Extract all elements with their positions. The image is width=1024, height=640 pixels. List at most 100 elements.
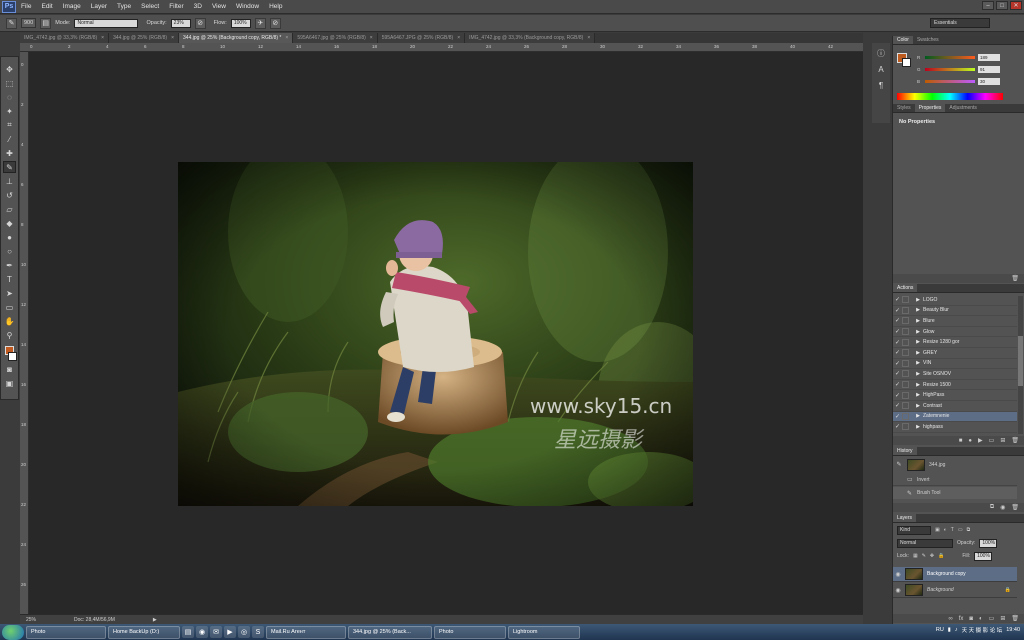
- tray-network-icon[interactable]: ▮: [948, 627, 951, 633]
- action-dialog-toggle[interactable]: [902, 296, 909, 304]
- action-dialog-toggle[interactable]: [902, 402, 909, 410]
- menu-help[interactable]: Help: [264, 3, 287, 10]
- action-toggle-check-icon[interactable]: ✓: [893, 307, 902, 314]
- background-color-swatch[interactable]: [8, 352, 17, 361]
- media-icon[interactable]: ▶: [224, 626, 236, 638]
- tab-close-icon[interactable]: ×: [171, 35, 174, 41]
- tab-close-icon[interactable]: ×: [587, 35, 590, 41]
- action-toggle-check-icon[interactable]: ✓: [893, 339, 902, 346]
- action-expand-arrow-icon[interactable]: ▶: [913, 360, 923, 366]
- zoom-tool-icon[interactable]: ⚲: [3, 329, 16, 341]
- menu-filter[interactable]: Filter: [164, 3, 188, 10]
- action-dialog-toggle[interactable]: [902, 359, 909, 367]
- action-item[interactable]: ✓ ▶ Zatemnenie: [893, 411, 1017, 423]
- history-step-invert[interactable]: ▭ Invert: [893, 474, 1017, 486]
- action-dialog-toggle[interactable]: [902, 317, 909, 325]
- zoom-level[interactable]: 25%: [26, 617, 36, 623]
- action-toggle-check-icon[interactable]: ✓: [893, 328, 902, 335]
- tab-close-icon[interactable]: ×: [101, 35, 104, 41]
- screen-mode-icon[interactable]: ▣: [3, 377, 16, 389]
- action-item[interactable]: ✓ ▶ Site OSNOV: [893, 369, 1017, 380]
- history-brush-tool-icon[interactable]: ↺: [3, 189, 16, 201]
- filter-pixel-icon[interactable]: ▣: [935, 527, 940, 533]
- menu-image[interactable]: Image: [58, 3, 86, 10]
- lock-transparent-icon[interactable]: ▦: [913, 553, 918, 559]
- quick-select-tool-icon[interactable]: ✦: [3, 105, 16, 117]
- layer-row-background-copy[interactable]: ◉ Background copy: [893, 567, 1017, 582]
- eraser-tool-icon[interactable]: ▱: [3, 203, 16, 215]
- tab-344-background-copy[interactable]: 344.jpg @ 25% (Background copy, RGB/8) *…: [179, 33, 294, 43]
- crop-tool-icon[interactable]: ⌗: [3, 119, 16, 131]
- menu-layer[interactable]: Layer: [86, 3, 112, 10]
- stop-icon[interactable]: ■: [959, 438, 963, 444]
- action-item[interactable]: ✓ ▶ Resize 1500: [893, 380, 1017, 391]
- snapshot-camera-icon[interactable]: ◉: [1000, 504, 1005, 511]
- action-dialog-toggle[interactable]: [902, 381, 909, 389]
- brush-tool-icon[interactable]: ✎: [3, 161, 16, 173]
- action-expand-arrow-icon[interactable]: ▶: [913, 329, 923, 335]
- firefox-icon[interactable]: ◉: [196, 626, 208, 638]
- blend-mode-select[interactable]: Normal: [897, 538, 953, 548]
- green-track[interactable]: [925, 67, 975, 71]
- shape-tool-icon[interactable]: ▭: [3, 301, 16, 313]
- type-tool-icon[interactable]: T: [3, 273, 16, 285]
- language-indicator[interactable]: RU: [936, 627, 944, 633]
- properties-trash-icon[interactable]: 🗑: [1011, 275, 1019, 282]
- action-dialog-toggle[interactable]: [902, 370, 909, 378]
- action-item[interactable]: ✓ ▶ GREY: [893, 348, 1017, 359]
- explorer-icon[interactable]: ▤: [182, 626, 194, 638]
- blue-value[interactable]: 30: [978, 77, 1000, 85]
- action-item[interactable]: ✓ ▶ LOGO: [893, 295, 1017, 306]
- airbrush-icon[interactable]: ✈: [254, 17, 266, 29]
- tab-img4742-background-copy[interactable]: IMG_4742.jpg @ 33,3% (Background copy, R…: [465, 33, 596, 43]
- action-expand-arrow-icon[interactable]: ▶: [913, 297, 923, 303]
- new-document-from-state-icon[interactable]: ⧉: [990, 504, 994, 511]
- action-dialog-toggle[interactable]: [902, 328, 909, 336]
- tab-properties[interactable]: Properties: [914, 104, 946, 112]
- green-slider[interactable]: G 91: [917, 65, 1021, 73]
- delete-action-icon[interactable]: 🗑: [1011, 437, 1019, 444]
- play-icon[interactable]: ▶: [978, 437, 983, 444]
- vertical-ruler[interactable]: 0 2 4 6 8 10 12 14 16 18 20 22 24 26: [20, 52, 29, 614]
- action-toggle-check-icon[interactable]: ✓: [893, 392, 902, 399]
- hand-tool-icon[interactable]: ✋: [3, 315, 16, 327]
- new-set-icon[interactable]: ▭: [989, 437, 995, 444]
- new-action-icon[interactable]: ⊞: [1000, 437, 1005, 444]
- blue-slider[interactable]: B 30: [917, 77, 1021, 85]
- brush-presets-icon[interactable]: A: [875, 63, 888, 75]
- action-dialog-toggle[interactable]: [902, 423, 909, 431]
- delete-state-icon[interactable]: 🗑: [1011, 504, 1019, 511]
- action-item[interactable]: ✓ ▶ Glow: [893, 327, 1017, 338]
- action-dialog-toggle[interactable]: [902, 412, 909, 420]
- minimize-button[interactable]: –: [982, 1, 994, 10]
- layer-style-icon[interactable]: fx: [959, 616, 964, 622]
- layer-kind-filter[interactable]: Kind: [897, 525, 931, 535]
- pressure-opacity-icon[interactable]: ⊘: [194, 17, 206, 29]
- paragraph-panel-icon[interactable]: ¶: [875, 79, 888, 91]
- action-expand-arrow-icon[interactable]: ▶: [913, 424, 923, 430]
- marquee-tool-icon[interactable]: ⬚: [3, 77, 16, 89]
- action-expand-arrow-icon[interactable]: ▶: [913, 307, 923, 313]
- visibility-eye-icon[interactable]: ◉: [893, 571, 903, 578]
- eyedropper-tool-icon[interactable]: ⁄: [3, 133, 16, 145]
- menu-edit[interactable]: Edit: [36, 3, 57, 10]
- new-group-icon[interactable]: ▭: [989, 615, 995, 622]
- tab-actions[interactable]: Actions: [893, 284, 918, 292]
- lasso-tool-icon[interactable]: ◌: [3, 91, 16, 103]
- layer-opacity-input[interactable]: 100%: [979, 538, 998, 548]
- red-track[interactable]: [925, 55, 975, 59]
- green-value[interactable]: 91: [978, 65, 1000, 73]
- actions-scroll-thumb[interactable]: [1018, 336, 1023, 386]
- action-expand-arrow-icon[interactable]: ▶: [913, 371, 923, 377]
- flow-input[interactable]: 100%: [230, 18, 251, 28]
- mode-select[interactable]: Normal: [74, 18, 139, 28]
- healing-brush-tool-icon[interactable]: ✚: [3, 147, 16, 159]
- taskbar-photoshop-doc[interactable]: 344.jpg @ 25% (Back...: [348, 625, 432, 639]
- action-toggle-check-icon[interactable]: ✓: [893, 360, 902, 367]
- action-item[interactable]: ✓ ▶ highpass: [893, 422, 1017, 433]
- action-item[interactable]: ✓ ▶ VIN: [893, 359, 1017, 370]
- action-item[interactable]: ✓ ▶ Blure: [893, 316, 1017, 327]
- action-toggle-check-icon[interactable]: ✓: [893, 317, 902, 324]
- brush-preset-icon[interactable]: ✎: [6, 17, 17, 29]
- workspace-select[interactable]: Essentials: [930, 18, 990, 28]
